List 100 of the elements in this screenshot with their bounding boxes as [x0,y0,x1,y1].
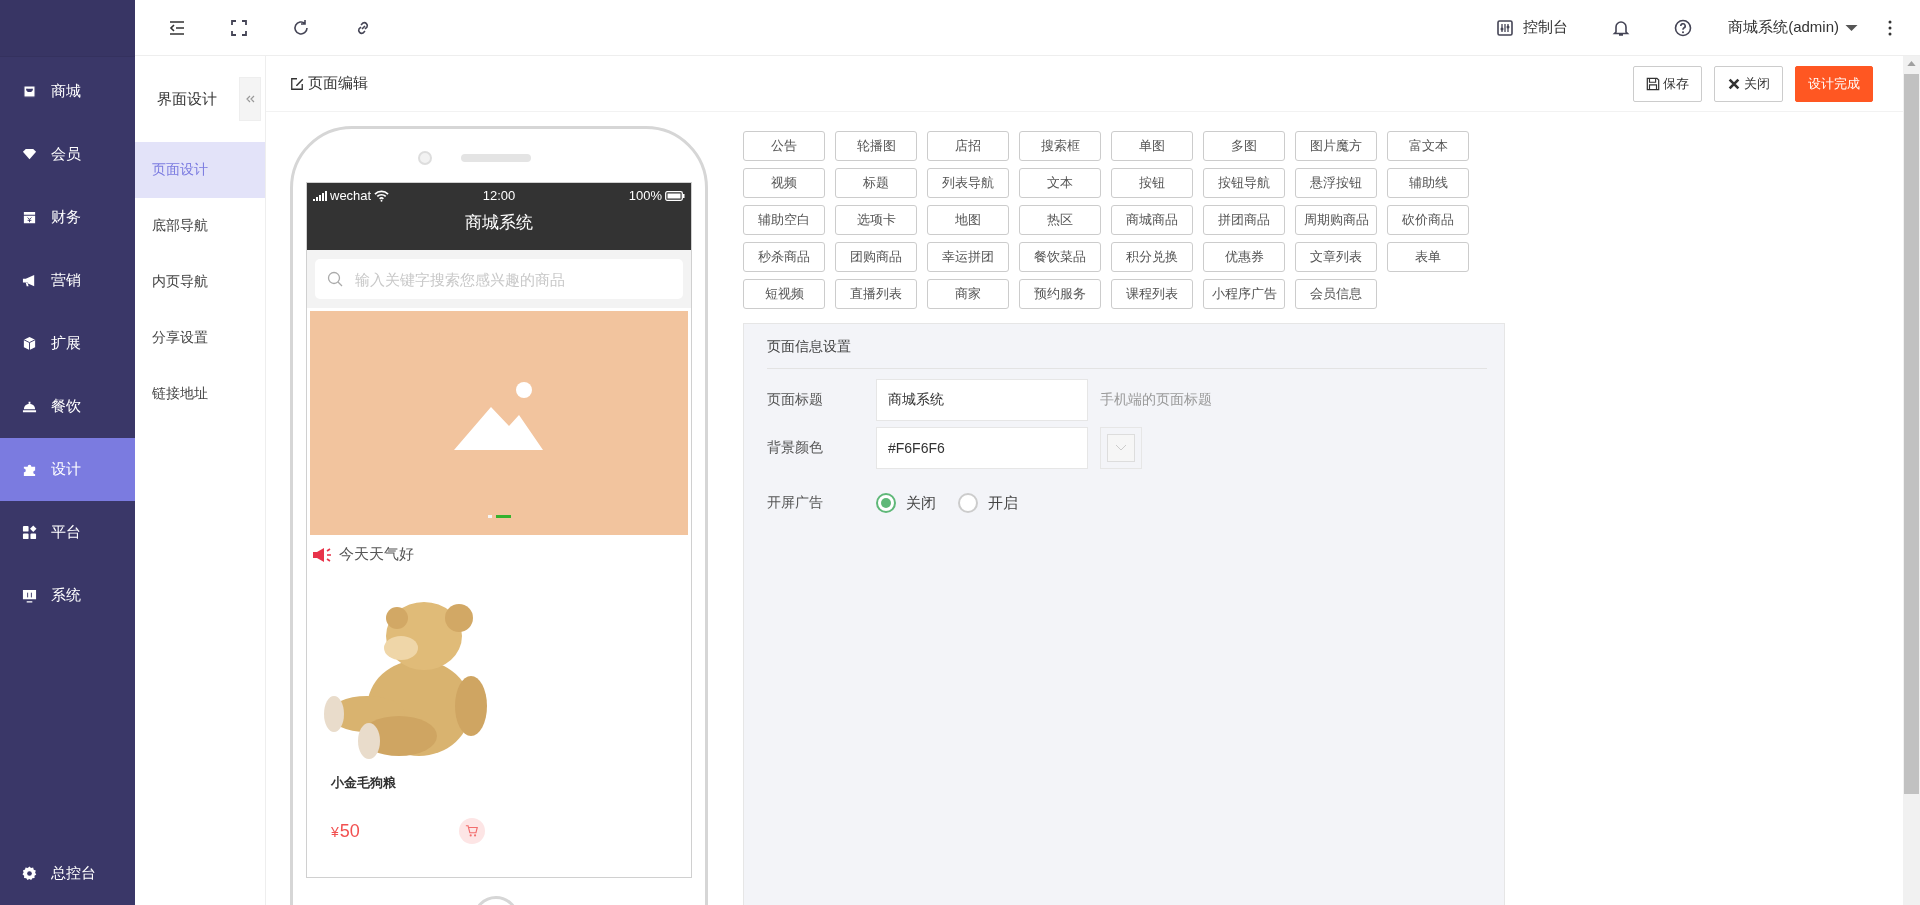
close-icon [1727,76,1741,91]
gem-icon [22,147,37,162]
help-icon[interactable] [1674,18,1693,37]
component-button[interactable]: 选项卡 [835,205,917,235]
user-menu[interactable]: 商城系统(admin) [1728,18,1858,37]
component-button[interactable]: 砍价商品 [1387,205,1469,235]
sidebar-item[interactable]: 扩展 [0,312,135,375]
component-button[interactable]: 公告 [743,131,825,161]
component-button[interactable]: 悬浮按钮 [1295,168,1377,198]
grid-icon [22,525,37,540]
sidebar-item[interactable]: 商城 [0,60,135,123]
radio-option[interactable]: 关闭 [876,493,936,513]
signal-icon [313,190,327,201]
component-button[interactable]: 列表导航 [927,168,1009,198]
bell-icon[interactable] [1612,18,1631,37]
component-button[interactable]: 地图 [927,205,1009,235]
megaphone-icon [22,273,37,288]
component-button[interactable]: 餐饮菜品 [1019,242,1101,272]
product-name: 小金毛狗粮 [331,774,397,792]
component-button[interactable]: 文本 [1019,168,1101,198]
carrier-name: wechat [330,188,372,203]
component-button[interactable]: 标题 [835,168,917,198]
menu-collapse-icon[interactable] [168,18,186,37]
cart-icon [465,824,479,838]
component-button[interactable]: 幸运拼团 [927,242,1009,272]
sidebar-item[interactable]: 设计 [0,438,135,501]
subnav-item[interactable]: 底部导航 [135,198,265,254]
battery-percent: 100% [628,188,662,203]
sidebar-item[interactable]: 平台 [0,501,135,564]
radio-option[interactable]: 开启 [958,493,1018,513]
scrollbar[interactable] [1903,56,1920,905]
component-button[interactable]: 积分兑换 [1111,242,1193,272]
console-link[interactable]: 控制台 [1497,18,1569,37]
component-button[interactable]: 表单 [1387,242,1469,272]
bag-icon [22,84,37,99]
sidebar-item[interactable]: 总控台 [0,842,135,905]
component-button[interactable]: 富文本 [1387,131,1469,161]
puzzle-icon [22,462,37,477]
sidebar-item[interactable]: 会员 [0,123,135,186]
component-button[interactable]: 多图 [1203,131,1285,161]
color-picker[interactable] [1100,427,1142,469]
carousel-indicator[interactable] [487,515,492,518]
cash-register-icon [22,210,37,225]
settings-icon [22,866,37,881]
sidebar-item[interactable]: 系统 [0,564,135,627]
component-button[interactable]: 按钮导航 [1203,168,1285,198]
more-icon[interactable] [1888,19,1892,36]
component-button[interactable]: 搜索框 [1019,131,1101,161]
component-button[interactable]: 预约服务 [1019,279,1101,309]
wifi-icon [374,189,390,202]
component-button[interactable]: 小程序广告 [1203,279,1285,309]
component-button[interactable]: 商家 [927,279,1009,309]
component-button[interactable]: 秒杀商品 [743,242,825,272]
radio-button[interactable] [958,493,978,513]
component-button[interactable]: 商城商品 [1111,205,1193,235]
component-button[interactable]: 直播列表 [835,279,917,309]
sidebar-item[interactable]: 财务 [0,186,135,249]
close-button[interactable]: 关闭 [1714,65,1783,102]
page-title: 页面编辑 [308,74,368,93]
notice-text: 今天天气好 [339,545,414,564]
fullscreen-icon[interactable] [230,18,248,37]
component-button[interactable]: 会员信息 [1295,279,1377,309]
collapse-button[interactable] [239,77,261,121]
component-button[interactable]: 按钮 [1111,168,1193,198]
sidebar-item[interactable]: 餐饮 [0,375,135,438]
image-placeholder-icon [454,382,544,452]
component-button[interactable]: 团购商品 [835,242,917,272]
component-button[interactable]: 店招 [927,131,1009,161]
component-button[interactable]: 单图 [1111,131,1193,161]
cloche-icon [22,399,37,414]
component-button[interactable]: 课程列表 [1111,279,1193,309]
carousel-indicator[interactable] [495,515,511,518]
component-button[interactable]: 优惠券 [1203,242,1285,272]
megaphone-icon [313,546,333,563]
component-button[interactable]: 周期购商品 [1295,205,1377,235]
component-button[interactable]: 短视频 [743,279,825,309]
radio-button[interactable] [876,493,896,513]
scroll-up-icon[interactable] [1907,61,1916,66]
component-button[interactable]: 文章列表 [1295,242,1377,272]
subnav-item[interactable]: 内页导航 [135,254,265,310]
sidebar-item[interactable]: 营销 [0,249,135,312]
refresh-icon[interactable] [292,18,310,37]
component-button[interactable]: 图片魔方 [1295,131,1377,161]
battery-icon [665,190,685,201]
color-input[interactable]: #F6F6F6 [876,427,1088,469]
save-button[interactable]: 保存 [1633,65,1702,102]
component-button[interactable]: 辅助线 [1387,168,1469,198]
subnav-item[interactable]: 分享设置 [135,310,265,366]
component-button[interactable]: 辅助空白 [743,205,825,235]
add-to-cart-button[interactable] [459,818,485,844]
floppy-disk-icon [1646,76,1660,91]
subnav-item[interactable]: 链接地址 [135,366,265,422]
component-button[interactable]: 热区 [1019,205,1101,235]
component-button[interactable]: 拼团商品 [1203,205,1285,235]
field-label: 页面标题 [767,390,824,409]
component-button[interactable]: 视频 [743,168,825,198]
component-button[interactable]: 轮播图 [835,131,917,161]
caret-icon [1845,23,1858,32]
title-input[interactable]: 商城系统 [876,379,1088,421]
monitor-icon [22,588,37,603]
